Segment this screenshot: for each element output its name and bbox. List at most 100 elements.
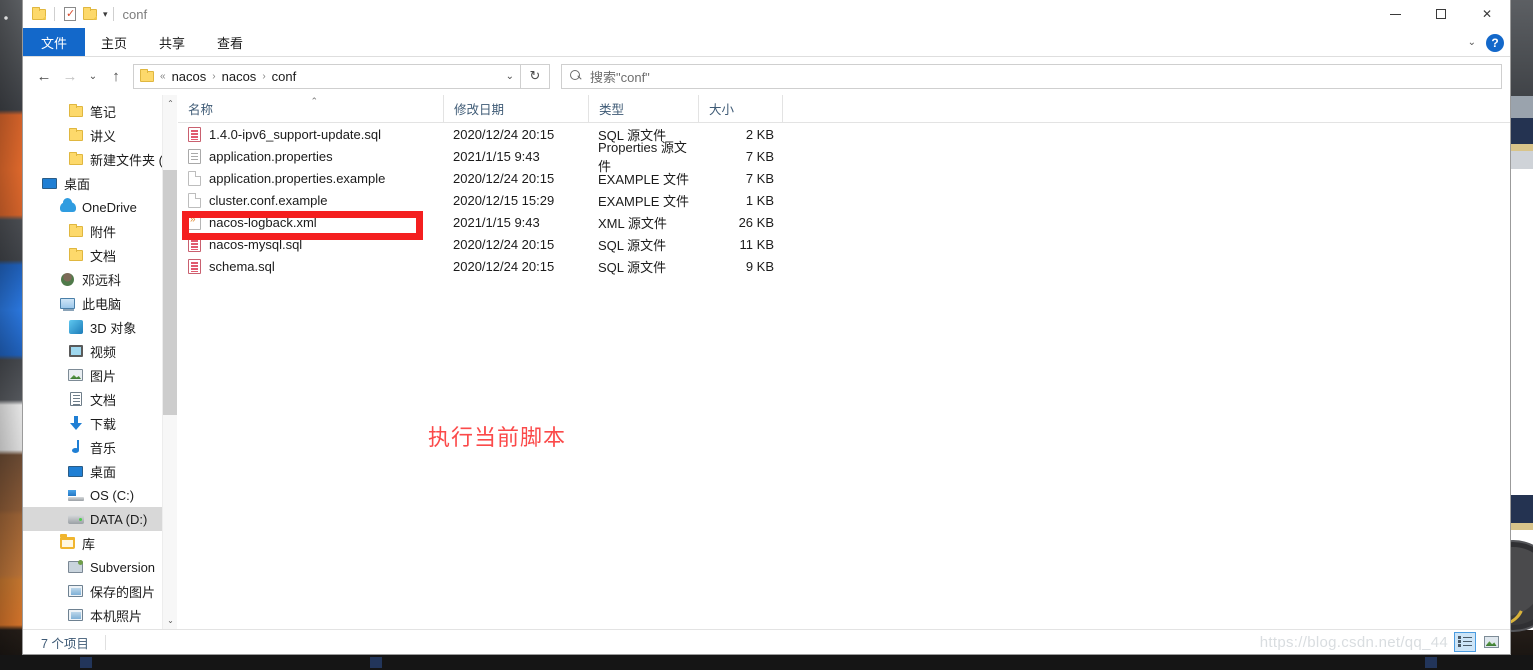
back-button[interactable]: ←: [31, 63, 57, 89]
chevron-right-icon[interactable]: ›: [212, 71, 215, 82]
minimize-button[interactable]: [1372, 0, 1418, 28]
3d-objects-icon: [67, 319, 84, 336]
nav-item[interactable]: 邓远科: [23, 267, 177, 291]
column-header-type[interactable]: 类型: [588, 95, 698, 123]
nav-item[interactable]: 桌面: [23, 171, 177, 195]
nav-item-label: 笔记: [90, 104, 117, 120]
address-bar[interactable]: « nacos › nacos › conf ⌄: [133, 63, 521, 89]
table-row[interactable]: 1.4.0-ipv6_support-update.sql 2020/12/24 …: [178, 123, 1510, 145]
taskbar-item[interactable]: [370, 657, 382, 668]
nav-item-label: 图片: [90, 368, 117, 384]
scrollbar-thumb[interactable]: [163, 170, 177, 415]
nav-item-label: OneDrive: [82, 199, 137, 215]
properties-icon[interactable]: [60, 4, 80, 24]
nav-item[interactable]: 文档: [23, 387, 177, 411]
nav-item[interactable]: Subversion: [23, 555, 177, 579]
xml-file-icon: [188, 214, 201, 230]
forward-button[interactable]: →: [57, 63, 83, 89]
chevron-right-icon[interactable]: ›: [262, 71, 265, 82]
documents-icon: [67, 391, 84, 408]
nav-item[interactable]: 此电脑: [23, 291, 177, 315]
folder-icon: [140, 68, 154, 82]
tab-home[interactable]: 主页: [85, 28, 143, 56]
file-size-cell: 2 KB: [745, 126, 774, 142]
nav-item[interactable]: 本机照片: [23, 603, 177, 627]
annotation-text: 执行当前脚本: [428, 426, 567, 451]
file-explorer-window: ▾ conf ✕ 文件 主页 共享 查看 ⌄ ? ← → ⌄ ↑ « nacos…: [22, 0, 1511, 655]
navigation-scrollbar[interactable]: ⌃ ⌄: [162, 95, 177, 629]
refresh-button[interactable]: ↻: [521, 63, 550, 89]
column-header-date[interactable]: 修改日期: [443, 95, 588, 123]
column-header-size[interactable]: 大小: [698, 95, 782, 123]
scroll-down-icon[interactable]: ⌄: [163, 612, 177, 629]
breadcrumb-overflow-icon[interactable]: «: [160, 71, 166, 82]
chevron-down-icon[interactable]: ⌄: [1468, 37, 1476, 48]
nav-item[interactable]: 视频: [23, 339, 177, 363]
table-row[interactable]: application.properties.example 2020/12/24…: [178, 167, 1510, 189]
nav-item[interactable]: OneDrive: [23, 195, 177, 219]
tab-file[interactable]: 文件: [23, 28, 86, 56]
nav-item[interactable]: 保存的图片: [23, 579, 177, 603]
close-icon[interactable]: ✕: [1464, 0, 1510, 28]
breadcrumb-item-1[interactable]: nacos: [172, 69, 207, 84]
taskbar-item[interactable]: [1425, 657, 1437, 668]
nav-item-label: 桌面: [64, 176, 91, 192]
nav-item[interactable]: 文档: [23, 243, 177, 267]
table-row[interactable]: nacos-logback.xml 2021/1/15 9:43 XML 源文件 26…: [178, 211, 1510, 233]
details-view-button[interactable]: [1454, 632, 1476, 652]
nav-item[interactable]: 音乐: [23, 435, 177, 459]
large-icons-view-button[interactable]: [1480, 632, 1502, 652]
customize-dropdown-icon[interactable]: ▾: [103, 9, 108, 20]
tab-view[interactable]: 查看: [201, 28, 259, 56]
nav-item[interactable]: 下载: [23, 411, 177, 435]
ribbon-tab-bar: 文件 主页 共享 查看 ⌄ ?: [23, 28, 1510, 57]
tab-share[interactable]: 共享: [143, 28, 201, 56]
folder-icon: [67, 247, 84, 264]
file-name-cell: application.properties: [178, 148, 443, 164]
nav-item-label: 下载: [90, 416, 117, 432]
nav-item[interactable]: 笔记: [23, 99, 177, 123]
file-size-cell: 1 KB: [745, 192, 774, 208]
nav-item[interactable]: 附件: [23, 219, 177, 243]
file-type-cell: XML 源文件: [598, 215, 667, 231]
divider: [112, 7, 114, 21]
maximize-button[interactable]: [1418, 0, 1464, 28]
nav-item[interactable]: 图片: [23, 363, 177, 387]
details-view-icon: [1458, 636, 1472, 648]
breadcrumb-item-2[interactable]: nacos: [222, 69, 257, 84]
nav-item[interactable]: 讲义: [23, 123, 177, 147]
nav-item[interactable]: 桌面: [23, 459, 177, 483]
scroll-up-icon[interactable]: ⌃: [163, 95, 177, 112]
column-header-name[interactable]: 名称 ⌃: [178, 95, 443, 123]
file-name-cell: cluster.conf.example: [178, 192, 443, 208]
taskbar-item[interactable]: [80, 657, 92, 668]
nav-item[interactable]: DATA (D:): [23, 507, 177, 531]
nav-item-label: OS (C:): [90, 487, 135, 503]
table-row[interactable]: cluster.conf.example 2020/12/15 15:29 EXAM…: [178, 189, 1510, 211]
nav-item[interactable]: 库: [23, 531, 177, 555]
breadcrumb-item-3[interactable]: conf: [272, 69, 297, 84]
nav-item[interactable]: OS (C:): [23, 483, 177, 507]
folder-icon[interactable]: [29, 4, 49, 24]
chevron-down-icon[interactable]: ⌄: [506, 71, 514, 82]
search-input[interactable]: 搜索"conf": [561, 63, 1502, 89]
pictures-icon: [67, 367, 84, 384]
new-folder-icon[interactable]: [80, 4, 100, 24]
up-button[interactable]: ↑: [103, 63, 129, 89]
file-date-cell: 2020/12/15 15:29: [453, 192, 555, 208]
help-icon[interactable]: ?: [1486, 33, 1504, 52]
nav-item-label: 讲义: [90, 128, 117, 144]
file-name-label: 1.4.0-ipv6_support-update.sql: [209, 126, 382, 142]
table-row[interactable]: application.properties 2021/1/15 9:43 Prop…: [178, 140, 1510, 174]
sql-file-icon: [188, 258, 201, 274]
address-bar-row: ← → ⌄ ↑ « nacos › nacos › conf ⌄ ↻ 搜索"co…: [23, 57, 1510, 95]
recent-locations-button[interactable]: ⌄: [83, 63, 103, 89]
file-date-cell: 2020/12/24 20:15: [453, 258, 555, 274]
file-name-cell: 1.4.0-ipv6_support-update.sql: [178, 126, 443, 142]
table-row[interactable]: schema.sql 2020/12/24 20:15 SQL 源文件 9 KB: [178, 255, 1510, 277]
table-row[interactable]: nacos-mysql.sql 2020/12/24 20:15 SQL 源文件 11…: [178, 233, 1510, 255]
nav-item[interactable]: 新建文件夹 (2): [23, 147, 177, 171]
file-date-cell: 2020/12/24 20:15: [453, 170, 555, 186]
nav-item-label: 文档: [90, 392, 117, 408]
nav-item[interactable]: 3D 对象: [23, 315, 177, 339]
